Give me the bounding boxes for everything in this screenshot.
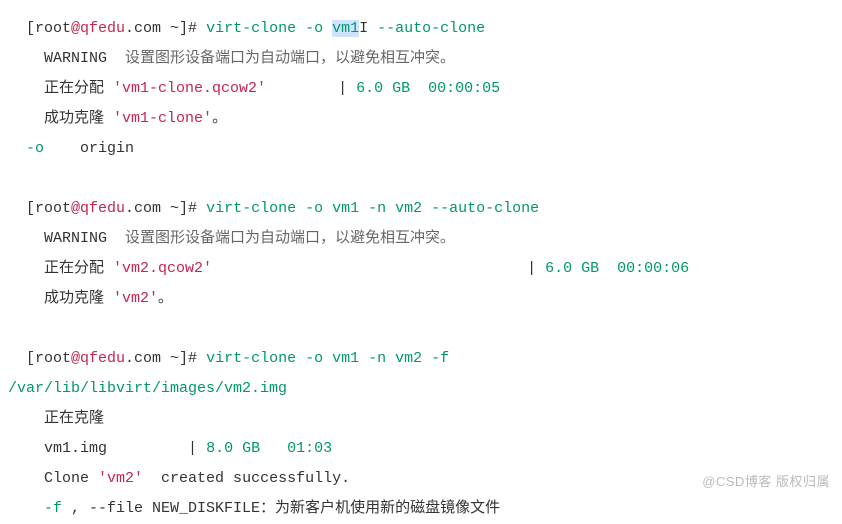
img-size: 8.0 GB bbox=[206, 440, 260, 457]
prompt-rest: .com ~]# bbox=[125, 350, 206, 367]
cloning-line: 正在克隆 bbox=[8, 404, 834, 434]
img-pad bbox=[107, 440, 188, 457]
alloc-size: 6.0 GB bbox=[545, 260, 599, 277]
alloc-prefix: 正在分配 bbox=[44, 80, 113, 97]
ok-suffix: 。 bbox=[212, 110, 227, 127]
alloc-bar: | bbox=[338, 80, 356, 97]
alloc-name: 'vm2.qcow2' bbox=[113, 260, 212, 277]
cmd: virt-clone -o vm1 -n vm2 -f bbox=[206, 350, 458, 367]
warn-text: 设置图形设备端口为自动端口，以避免相互冲突。 bbox=[125, 230, 455, 247]
alloc-time: 00:00:06 bbox=[617, 260, 689, 277]
command-line-1: [root@qfedu.com ~]# virt-clone -o vm1I -… bbox=[8, 14, 834, 44]
alloc-pad bbox=[266, 80, 338, 97]
warn-text: 设置图形设备端口为自动端口，以避免相互冲突。 bbox=[125, 50, 455, 67]
ok-suffix: 。 bbox=[158, 290, 173, 307]
prompt-rest: .com ~]# bbox=[125, 200, 206, 217]
opt-f-line: -f , --file NEW_DISKFILE：为新客户机使用新的磁盘镜像文件 bbox=[8, 494, 834, 524]
prompt-at: @qfedu bbox=[71, 350, 125, 367]
warning-line-2: WARNING 设置图形设备端口为自动端口，以避免相互冲突。 bbox=[8, 224, 834, 254]
warning-line-1: WARNING 设置图形设备端口为自动端口，以避免相互冲突。 bbox=[8, 44, 834, 74]
img-name: vm1.img bbox=[44, 440, 107, 457]
blank-2 bbox=[8, 314, 834, 344]
cmd-head: virt-clone -o bbox=[206, 20, 332, 37]
opt-o-line: -o origin bbox=[8, 134, 834, 164]
alloc-size: 6.0 GB bbox=[356, 80, 410, 97]
alloc-time: 00:00:05 bbox=[428, 80, 500, 97]
prompt-open: [root bbox=[26, 200, 71, 217]
cmd-arg-highlight: vm1 bbox=[332, 20, 359, 37]
prompt-open: [root bbox=[26, 20, 71, 37]
alloc-name: 'vm1-clone.qcow2' bbox=[113, 80, 266, 97]
opt-o: -o bbox=[26, 140, 44, 157]
ok-name: 'vm1-clone' bbox=[113, 110, 212, 127]
cmd: virt-clone -o vm1 -n vm2 --auto-clone bbox=[206, 200, 539, 217]
prompt-at: @qfedu bbox=[71, 20, 125, 37]
warn-label: WARNING bbox=[44, 50, 125, 67]
alloc-line-2: 正在分配 'vm2.qcow2' | 6.0 GB 00:00:06 bbox=[8, 254, 834, 284]
img-time: 01:03 bbox=[287, 440, 332, 457]
ok-name: 'vm2' bbox=[113, 290, 158, 307]
created-name: 'vm2' bbox=[98, 470, 143, 487]
blank-1 bbox=[8, 164, 834, 194]
alloc-bar: | bbox=[527, 260, 545, 277]
cmd-rest: --auto-clone bbox=[368, 20, 485, 37]
command-line-3: [root@qfedu.com ~]# virt-clone -o vm1 -n… bbox=[8, 344, 834, 374]
created-pre: Clone bbox=[44, 470, 98, 487]
img-line: vm1.img | 8.0 GB 01:03 bbox=[8, 434, 834, 464]
alloc-pad bbox=[212, 260, 527, 277]
alloc-sep bbox=[599, 260, 617, 277]
ok-prefix: 成功克隆 bbox=[44, 110, 113, 127]
ok-line-2: 成功克隆 'vm2'。 bbox=[8, 284, 834, 314]
img-bar: | bbox=[188, 440, 206, 457]
warn-label: WARNING bbox=[44, 230, 125, 247]
alloc-sep bbox=[410, 80, 428, 97]
alloc-prefix: 正在分配 bbox=[44, 260, 113, 277]
ok-line-1: 成功克隆 'vm1-clone'。 bbox=[8, 104, 834, 134]
command-line-2: [root@qfedu.com ~]# virt-clone -o vm1 -n… bbox=[8, 194, 834, 224]
prompt-open: [root bbox=[26, 350, 71, 367]
ok-prefix: 成功克隆 bbox=[44, 290, 113, 307]
prompt-at: @qfedu bbox=[71, 200, 125, 217]
img-sep bbox=[260, 440, 287, 457]
path-line: /var/lib/libvirt/images/vm2.img bbox=[8, 374, 834, 404]
prompt-rest: .com ~]# bbox=[125, 20, 206, 37]
created-post: created successfully. bbox=[143, 470, 350, 487]
cloning-text: 正在克隆 bbox=[44, 410, 104, 427]
opt-o-desc: origin bbox=[44, 140, 134, 157]
text-cursor: I bbox=[359, 14, 368, 44]
path: /var/lib/libvirt/images/vm2.img bbox=[8, 380, 287, 397]
watermark: @CSD博客 版权归属 bbox=[702, 469, 830, 495]
alloc-line-1: 正在分配 'vm1-clone.qcow2' | 6.0 GB 00:00:05 bbox=[8, 74, 834, 104]
